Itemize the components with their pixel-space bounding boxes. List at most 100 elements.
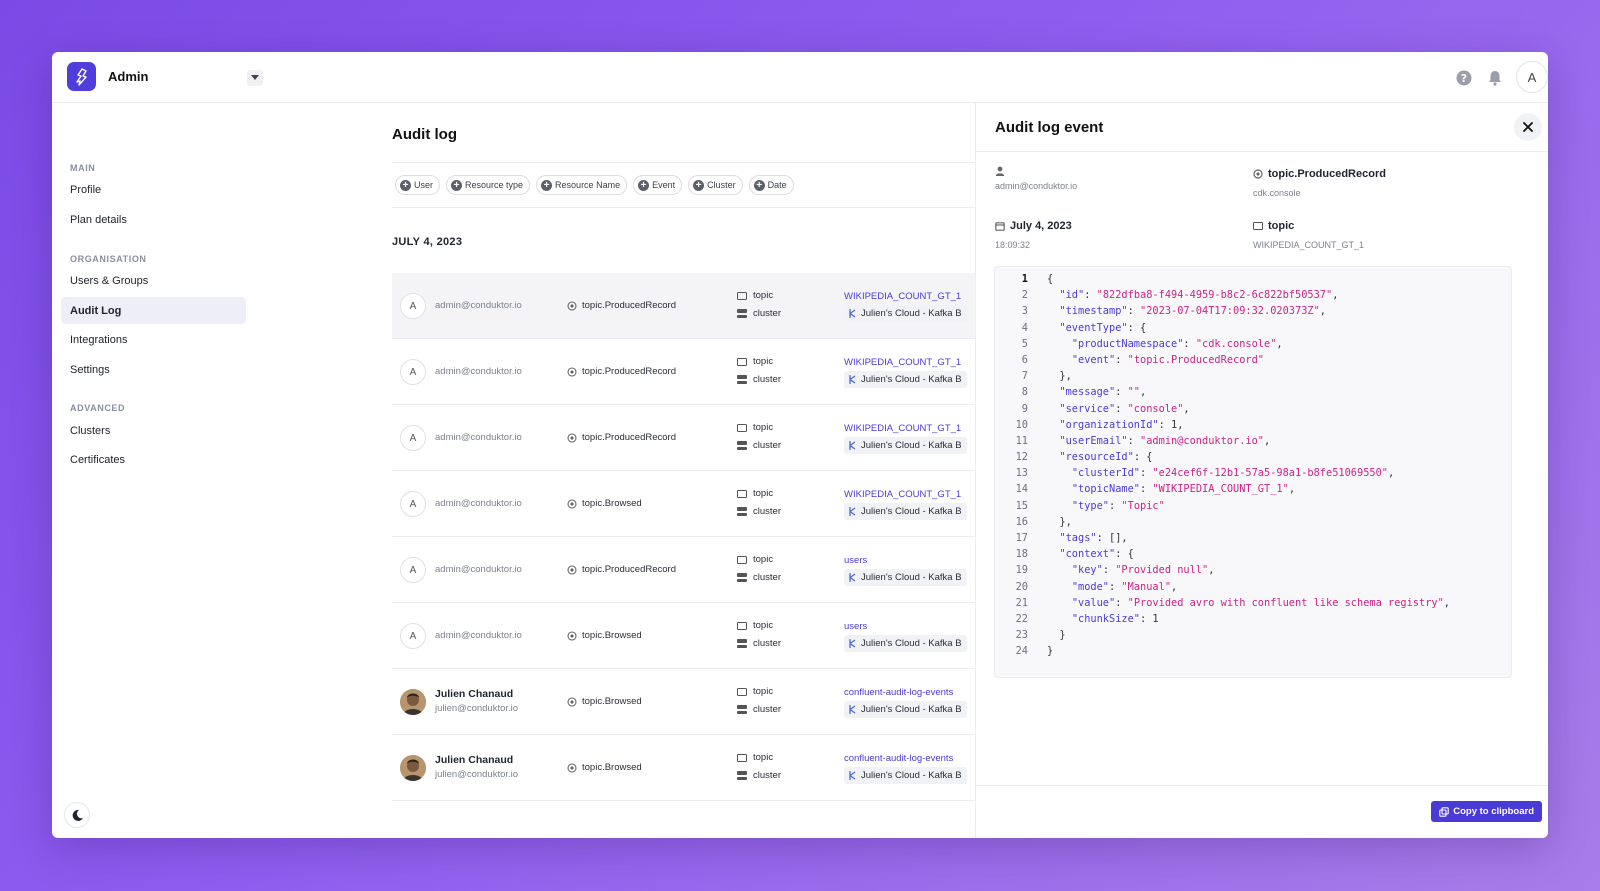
resource-type-cell: topic: [737, 686, 773, 697]
resource-name-link[interactable]: WIKIPEDIA_COUNT_GT_1: [844, 357, 961, 368]
theme-toggle-button[interactable]: [64, 802, 90, 828]
kafka-icon: [849, 771, 856, 780]
line-number: 17: [1015, 532, 1028, 544]
line-number: 4: [1021, 321, 1028, 334]
kafka-icon: [849, 507, 856, 516]
cluster-badge: Julien's Cloud - Kafka B: [844, 437, 967, 454]
table-row[interactable]: Julien Chanaud julien@conduktor.io topic.B…: [392, 669, 976, 735]
table-row[interactable]: Julien Chanaud julien@conduktor.io topic.B…: [392, 735, 976, 801]
sidebar-item-plan-details[interactable]: Plan details: [61, 206, 246, 233]
copy-to-clipboard-button[interactable]: Copy to clipboard: [1431, 801, 1542, 822]
line-number: 5: [1021, 337, 1028, 350]
table-row[interactable]: Aadmin@conduktor.io topic.ProducedRecord t…: [392, 405, 976, 471]
table-row[interactable]: Aadmin@conduktor.io topic.ProducedRecord t…: [392, 273, 976, 339]
filter-bar: + User + Resource type + Resource Name + Eve…: [392, 162, 976, 208]
json-viewer[interactable]: 1{2 "id": "822dfba8-f494-4959-b8c2-6c822…: [994, 266, 1512, 678]
filter-resource-type-button[interactable]: + Resource type: [446, 175, 531, 195]
resource-type-cell: cluster: [737, 638, 781, 649]
cluster-name: Julien's Cloud - Kafka B: [861, 704, 962, 715]
conduktor-logo-icon[interactable]: [67, 62, 96, 91]
resource-name-link[interactable]: WIKIPEDIA_COUNT_GT_1: [844, 291, 961, 302]
filter-user-button[interactable]: + User: [395, 175, 441, 195]
event-name: topic.Browsed: [582, 630, 642, 641]
page-title: Audit log: [392, 126, 457, 143]
user-avatar[interactable]: A: [1516, 61, 1548, 93]
app-window: Admin ? A MAIN Profile Plan details ORGA…: [52, 52, 1548, 838]
sidebar-item-profile[interactable]: Profile: [61, 176, 246, 203]
table-row[interactable]: Aadmin@conduktor.io topic.ProducedRecord t…: [392, 339, 976, 405]
code-text: "organizationId": 1,: [1059, 418, 1184, 431]
filter-label: Resource type: [465, 180, 524, 190]
cluster-badge: Julien's Cloud - Kafka B: [844, 305, 967, 322]
line-number: 9: [1021, 402, 1028, 415]
resource-type-label: topic: [753, 752, 774, 763]
resource-name-link[interactable]: users: [844, 555, 867, 566]
code-line: 1{: [995, 271, 1511, 287]
cluster-icon: [737, 705, 747, 714]
sidebar-item-clusters[interactable]: Clusters: [61, 417, 246, 444]
user-email: julien@conduktor.io: [435, 703, 519, 714]
meta-date: July 4, 2023: [995, 220, 1072, 232]
code-line: 13 "clusterId": "e24cef6f-12b1-57a5-98a1…: [995, 465, 1511, 481]
bell-icon[interactable]: [1486, 69, 1503, 86]
resource-type-cell: cluster: [737, 506, 781, 517]
code-line: 10 "organizationId": 1,: [995, 417, 1511, 433]
resource-name-link[interactable]: confluent-audit-log-events: [844, 687, 953, 698]
audit-log-list: Aadmin@conduktor.io topic.ProducedRecord t…: [392, 273, 976, 801]
user-photo-avatar: [400, 689, 426, 715]
user-email: admin@conduktor.io: [435, 498, 522, 509]
event-cell: topic.ProducedRecord: [567, 432, 676, 443]
code-line: 8 "message": "",: [995, 384, 1511, 400]
resource-type-cell: topic: [737, 422, 773, 433]
close-panel-button[interactable]: [1514, 113, 1542, 141]
topic-icon: [737, 489, 747, 498]
kafka-icon: [849, 639, 856, 648]
meta-event: topic.ProducedRecord: [1253, 168, 1386, 180]
copy-button-label: Copy to clipboard: [1453, 806, 1534, 817]
user-email: admin@conduktor.io: [435, 630, 522, 641]
event-icon: [567, 564, 577, 575]
filter-event-button[interactable]: + Event: [633, 175, 683, 195]
workspace-title: Admin: [108, 69, 149, 84]
resource-name-link[interactable]: WIKIPEDIA_COUNT_GT_1: [844, 489, 961, 500]
resource-type-label: topic: [753, 554, 774, 565]
code-text: "service": "console",: [1059, 402, 1190, 415]
filter-date-button[interactable]: + Date: [748, 175, 794, 195]
avatar: A: [400, 557, 426, 583]
resource-type-label: topic: [753, 620, 774, 631]
help-icon[interactable]: ?: [1455, 69, 1472, 86]
event-icon: [567, 762, 577, 773]
workspace-dropdown-button[interactable]: [247, 70, 263, 86]
resource-type-label: cluster: [753, 308, 781, 319]
svg-text:?: ?: [1460, 72, 1466, 85]
panel-title: Audit log event: [995, 119, 1104, 136]
resource-name-link[interactable]: users: [844, 621, 867, 632]
filter-resource-name-button[interactable]: + Resource Name: [536, 175, 628, 195]
sidebar-item-integrations[interactable]: Integrations: [61, 326, 246, 353]
sidebar-section-main: MAIN: [70, 163, 96, 173]
cluster-icon: [737, 507, 747, 516]
line-number: 14: [1015, 483, 1028, 496]
table-row[interactable]: Aadmin@conduktor.io topic.ProducedRecord t…: [392, 537, 976, 603]
sidebar-item-certificates[interactable]: Certificates: [61, 446, 246, 473]
user-email: admin@conduktor.io: [435, 300, 522, 311]
code-text: "key": "Provided null",: [1071, 564, 1215, 577]
resource-type-label: topic: [753, 686, 774, 697]
sidebar-item-settings[interactable]: Settings: [61, 356, 246, 383]
avatar: A: [400, 491, 426, 517]
sidebar-item-audit-log[interactable]: Audit Log: [61, 297, 246, 324]
code-text: "userEmail": "admin@conduktor.io",: [1059, 434, 1271, 447]
resource-name-link[interactable]: confluent-audit-log-events: [844, 753, 953, 764]
resource-name-link[interactable]: WIKIPEDIA_COUNT_GT_1: [844, 423, 961, 434]
event-name: topic.ProducedRecord: [582, 300, 676, 311]
line-number: 18: [1015, 548, 1028, 561]
sidebar-item-users-groups[interactable]: Users & Groups: [61, 267, 246, 294]
resource-type-label: cluster: [753, 572, 781, 583]
resource-type-cell: cluster: [737, 440, 781, 451]
code-line: 2 "id": "822dfba8-f494-4959-b8c2-6c822bf…: [995, 287, 1511, 303]
table-row[interactable]: Aadmin@conduktor.io topic.Browsed topic clu…: [392, 603, 976, 669]
event-cell: topic.ProducedRecord: [567, 366, 676, 377]
filter-cluster-button[interactable]: + Cluster: [688, 175, 743, 195]
meta-event-value: topic.ProducedRecord: [1268, 168, 1386, 180]
table-row[interactable]: Aadmin@conduktor.io topic.Browsed topic clu…: [392, 471, 976, 537]
